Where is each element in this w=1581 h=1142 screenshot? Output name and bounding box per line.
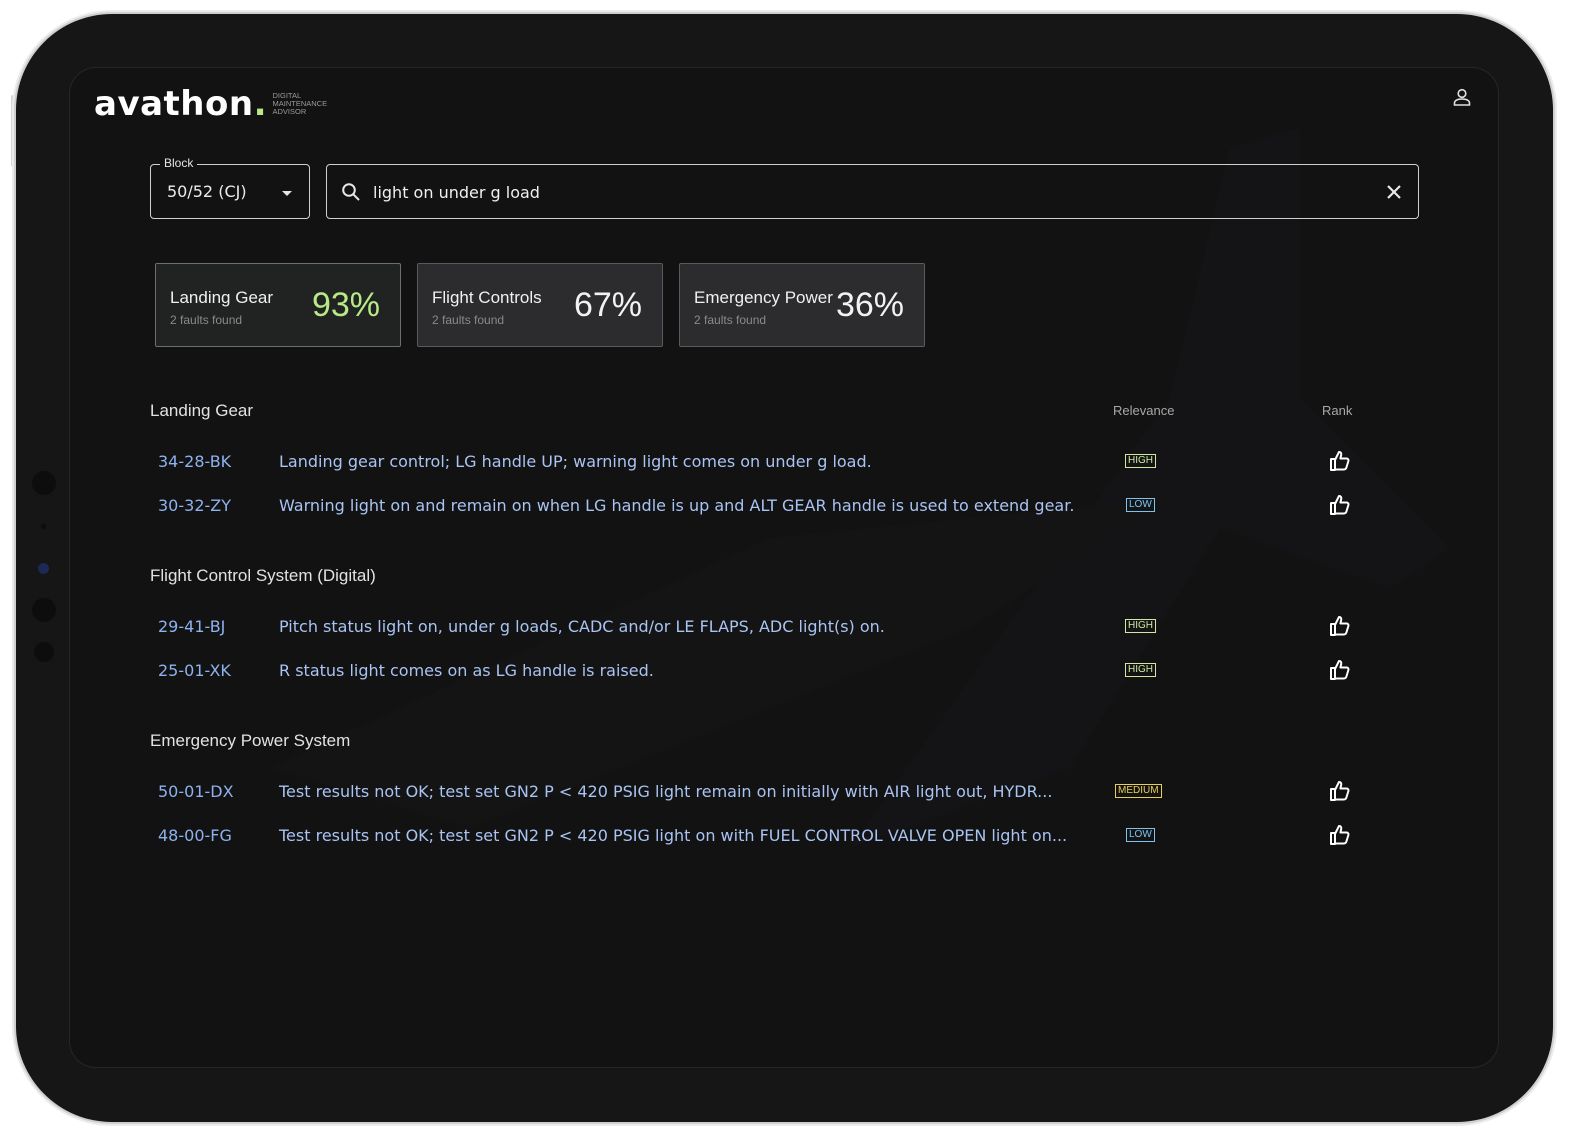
- relevance-column-header: Relevance: [1113, 403, 1175, 418]
- section-title: Emergency Power System: [150, 731, 351, 750]
- logo-tagline-line: ADVISOR: [272, 107, 307, 116]
- fault-code: 30-32-ZY: [158, 496, 231, 515]
- card-percent: 93%: [311, 286, 380, 324]
- fault-row[interactable]: 30-32-ZY Warning light on and remain on …: [150, 490, 1410, 520]
- fault-description: Landing gear control; LG handle UP; warn…: [279, 452, 872, 471]
- card-subtitle: 2 faults found: [170, 313, 243, 327]
- user-icon[interactable]: [1452, 87, 1472, 107]
- fault-row[interactable]: 34-28-BK Landing gear control; LG handle…: [150, 446, 1410, 476]
- thumbs-up-icon[interactable]: [1328, 779, 1352, 803]
- card-title: Emergency Power: [694, 288, 833, 307]
- search-icon: [342, 183, 360, 201]
- frame-sensor: [41, 524, 46, 529]
- fault-description: Test results not OK; test set GN2 P < 42…: [279, 826, 1068, 845]
- category-card-landing-gear[interactable]: Landing Gear 2 faults found 93%: [155, 263, 401, 347]
- app-screen: avathon. DIGITAL MAINTENANCE ADVISOR Blo…: [70, 68, 1498, 1067]
- card-percent: 36%: [835, 286, 904, 324]
- frame-sensor: [32, 598, 56, 622]
- card-percent: 67%: [573, 286, 642, 324]
- logo-wordmark: avathon: [94, 84, 254, 124]
- block-select[interactable]: Block 50/52 (CJ): [150, 156, 310, 219]
- card-title: Landing Gear: [170, 288, 274, 307]
- relevance-badge: MEDIUM: [1115, 784, 1162, 798]
- logo-dot: .: [253, 84, 267, 124]
- relevance-badge: HIGH: [1125, 454, 1156, 468]
- chevron-down-icon: [282, 191, 292, 196]
- card-subtitle: 2 faults found: [432, 313, 505, 327]
- fault-description: R status light comes on as LG handle is …: [279, 661, 654, 680]
- relevance-badge: LOW: [1126, 828, 1155, 842]
- category-card-emergency-power[interactable]: Emergency Power 2 faults found 36%: [679, 263, 925, 347]
- fault-description: Warning light on and remain on when LG h…: [279, 496, 1075, 515]
- fault-row[interactable]: 48-00-FG Test results not OK; test set G…: [150, 820, 1410, 850]
- fault-row[interactable]: 50-01-DX Test results not OK; test set G…: [150, 776, 1410, 806]
- block-select-value: 50/52 (CJ): [167, 182, 247, 201]
- fault-code: 29-41-BJ: [158, 617, 226, 636]
- fault-row[interactable]: 29-41-BJ Pitch status light on, under g …: [150, 611, 1410, 641]
- category-card-flight-controls[interactable]: Flight Controls 2 faults found 67%: [417, 263, 663, 347]
- search-input[interactable]: [373, 179, 1353, 205]
- thumbs-up-icon[interactable]: [1328, 823, 1352, 847]
- close-icon[interactable]: [1385, 183, 1403, 201]
- relevance-badge: LOW: [1126, 498, 1155, 512]
- card-title: Flight Controls: [432, 288, 542, 307]
- fault-code: 48-00-FG: [158, 826, 232, 845]
- app-logo: avathon. DIGITAL MAINTENANCE ADVISOR: [94, 84, 327, 124]
- thumbs-up-icon[interactable]: [1328, 449, 1352, 473]
- fault-row[interactable]: 25-01-XK R status light comes on as LG h…: [150, 655, 1410, 685]
- tablet-frame: avathon. DIGITAL MAINTENANCE ADVISOR Blo…: [16, 14, 1553, 1122]
- section-title: Landing Gear: [150, 401, 254, 420]
- fault-description: Test results not OK; test set GN2 P < 42…: [279, 782, 1053, 801]
- thumbs-up-icon[interactable]: [1328, 493, 1352, 517]
- logo-tagline: DIGITAL MAINTENANCE ADVISOR: [273, 92, 328, 116]
- fault-code: 34-28-BK: [158, 452, 232, 471]
- fault-code: 25-01-XK: [158, 661, 231, 680]
- frame-sensor: [32, 471, 56, 495]
- section-title: Flight Control System (Digital): [150, 566, 376, 585]
- relevance-badge: HIGH: [1125, 663, 1156, 677]
- rank-column-header: Rank: [1322, 403, 1353, 418]
- thumbs-up-icon[interactable]: [1328, 614, 1352, 638]
- relevance-badge: HIGH: [1125, 619, 1156, 633]
- fault-description: Pitch status light on, under g loads, CA…: [279, 617, 885, 636]
- frame-sensor: [34, 642, 54, 662]
- camera-lens: [38, 563, 49, 574]
- thumbs-up-icon[interactable]: [1328, 658, 1352, 682]
- fault-code: 50-01-DX: [158, 782, 234, 801]
- search-box[interactable]: [326, 164, 1419, 219]
- block-select-label: Block: [160, 156, 198, 170]
- card-subtitle: 2 faults found: [694, 313, 767, 327]
